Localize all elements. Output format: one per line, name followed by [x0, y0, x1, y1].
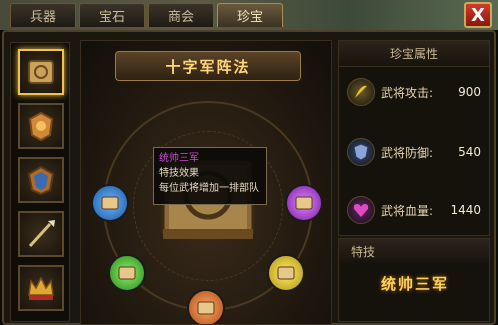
item-slot-scroll-book[interactable] [18, 49, 64, 95]
tab-treasure[interactable]: 珍宝 [217, 3, 283, 27]
treasure-attributes-panel: 珍宝属性 武将攻击: 900 武将防御: 540 武将血量: 1440 [338, 40, 490, 236]
tooltip-line-1: 特技效果 [159, 168, 199, 179]
item-slot-crown[interactable] [18, 265, 64, 311]
treasure-title: 十字军阵法 [115, 51, 301, 81]
shield-icon [347, 138, 375, 166]
spear-icon [28, 220, 55, 248]
tab-bar: 兵器 宝石 商会 珍宝 [10, 3, 283, 27]
attr-label-attack: 武将攻击: [381, 85, 434, 100]
item-slot-lion-crest[interactable] [18, 103, 64, 149]
tab-gems[interactable]: 宝石 [79, 3, 145, 27]
orb-blue[interactable] [91, 184, 129, 222]
skill-header: 特技 [339, 239, 489, 263]
yellow-book-icon [277, 266, 295, 280]
heart-icon [347, 196, 375, 224]
close-button[interactable]: X [464, 2, 492, 28]
attr-row-defense: 武将防御: 540 [347, 135, 487, 169]
skill-name: 统帅三军 [380, 275, 449, 293]
blue-book-icon [101, 196, 119, 210]
skill-panel: 特技 统帅三军 [338, 238, 490, 322]
attr-value-attack: 900 [458, 85, 481, 99]
orb-purple[interactable] [285, 184, 323, 222]
treasure-item-list [10, 42, 70, 322]
armor-crest-icon [27, 165, 55, 196]
attr-label-hp: 武将血量: [381, 203, 434, 218]
item-slot-spear[interactable] [18, 211, 64, 257]
attr-label-defense: 武将防御: [381, 145, 434, 160]
formation-view: 十字军阵法 统帅三军 特技效果 每位武将增加一排部队 [80, 40, 332, 325]
purple-book-icon [295, 196, 313, 210]
skill-tooltip: 统帅三军 特技效果 每位武将增加一排部队 [153, 147, 267, 205]
tooltip-title: 统帅三军 [159, 153, 199, 164]
main-frame: 十字军阵法 统帅三军 特技效果 每位武将增加一排部队 珍宝属性 武将攻击: 90… [2, 30, 496, 325]
attr-value-hp: 1440 [450, 203, 481, 217]
orb-orange[interactable] [187, 289, 225, 324]
item-slot-armor-crest[interactable] [18, 157, 64, 203]
crown-icon [28, 276, 54, 300]
attr-row-hp: 武将血量: 1440 [347, 193, 487, 227]
tab-guild[interactable]: 商会 [148, 3, 214, 27]
attack-icon [347, 78, 375, 106]
orb-yellow[interactable] [267, 254, 305, 292]
attr-value-defense: 540 [458, 145, 481, 159]
green-book-icon [118, 266, 136, 280]
lion-crest-icon [28, 111, 54, 142]
orb-green[interactable] [108, 254, 146, 292]
orange-book-icon [197, 301, 215, 315]
attr-row-attack: 武将攻击: 900 [347, 75, 487, 109]
scroll-book-icon [28, 60, 54, 84]
attributes-header: 珍宝属性 [339, 41, 489, 67]
tab-weapons[interactable]: 兵器 [10, 3, 76, 27]
tooltip-line-2: 每位武将增加一排部队 [159, 183, 259, 194]
